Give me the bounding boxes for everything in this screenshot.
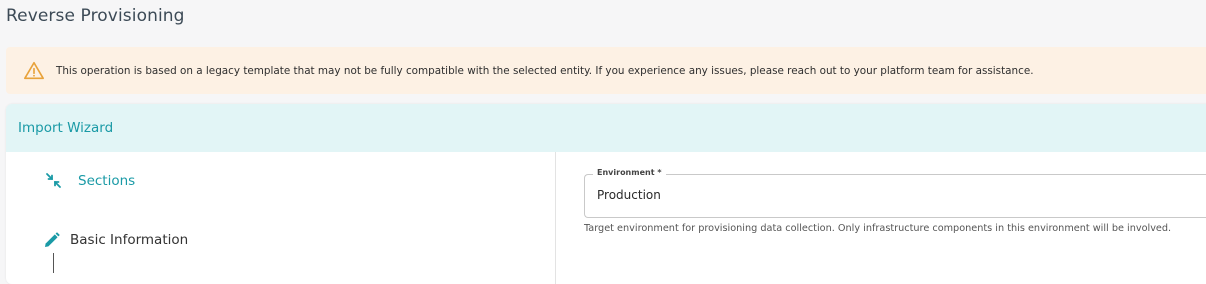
step-basic-information-label: Basic Information [70, 232, 189, 248]
collapse-arrows-icon[interactable] [45, 172, 62, 189]
step-connector [53, 253, 54, 273]
warning-icon [24, 61, 44, 79]
step-sections[interactable]: Sections [45, 172, 135, 189]
pencil-icon [45, 232, 60, 247]
wizard-form-panel: Environment * Production Target environm… [556, 152, 1206, 284]
environment-helper-text: Target environment for provisioning data… [584, 223, 1172, 234]
alert-message: This operation is based on a legacy temp… [56, 64, 1034, 77]
environment-field[interactable]: Environment * Production [584, 168, 1206, 218]
wizard-title: Import Wizard [18, 120, 114, 136]
wizard-steps-panel: Sections Basic Information [6, 152, 556, 284]
import-wizard-card: Import Wizard Sections Basic Information [6, 104, 1206, 284]
page-title: Reverse Provisioning [6, 6, 185, 26]
environment-value[interactable]: Production [597, 188, 661, 202]
step-basic-information[interactable]: Basic Information [43, 231, 188, 249]
wizard-header: Import Wizard [6, 104, 1206, 152]
legacy-template-alert: This operation is based on a legacy temp… [6, 47, 1206, 94]
step-sections-label: Sections [78, 172, 136, 189]
environment-label: Environment * [593, 168, 666, 177]
